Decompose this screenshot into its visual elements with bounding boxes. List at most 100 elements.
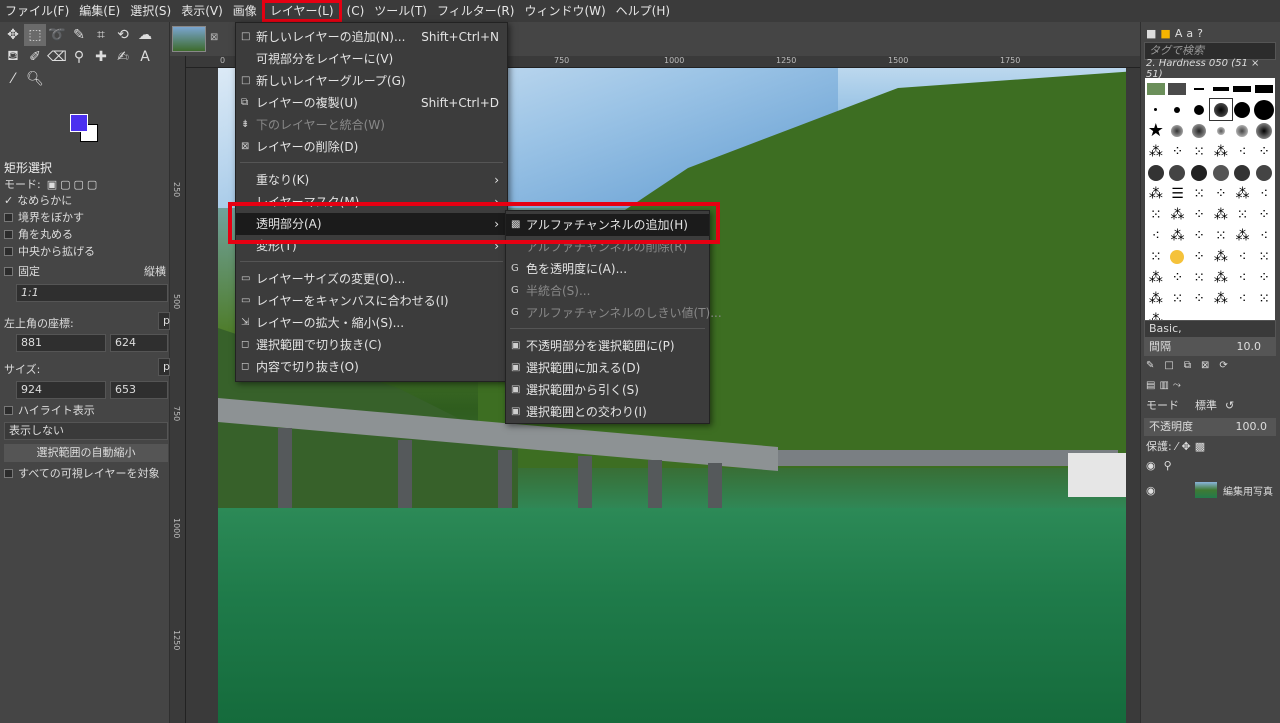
brush-thumb[interactable]: ⁖	[1232, 267, 1254, 288]
warp-tool-icon[interactable]: ☁	[134, 24, 156, 46]
text-tool-icon[interactable]: A	[134, 46, 156, 68]
brush-thumb[interactable]: ⁙	[1210, 225, 1232, 246]
menu-tools[interactable]: ツール(T)	[369, 0, 432, 22]
brush-thumb[interactable]: ⁙	[1188, 141, 1210, 162]
layer-thumbnail[interactable]	[1195, 482, 1217, 498]
lasso-tool-icon[interactable]: ➰	[46, 24, 68, 46]
brush-tab-icon[interactable]: ■	[1146, 27, 1160, 40]
transparency-menu-item-8[interactable]: ▣ 選択範囲との交わり(I)	[506, 401, 709, 423]
brush-thumb[interactable]: ⁖	[1145, 225, 1167, 246]
brush-thumb[interactable]: ⁙	[1253, 288, 1275, 309]
brush-thumb[interactable]	[1253, 162, 1275, 183]
delete-brush-icon[interactable]: ⊠	[1201, 360, 1219, 371]
menu-view[interactable]: 表示(V)	[176, 0, 228, 22]
brush-thumb[interactable]	[1210, 162, 1232, 183]
foreground-color[interactable]	[70, 114, 88, 132]
brush-thumb[interactable]	[1232, 162, 1254, 183]
brush-thumb[interactable]: ⁘	[1188, 246, 1210, 267]
checkbox[interactable]	[4, 229, 13, 239]
paths-tab-icon[interactable]: ⤳	[1173, 380, 1185, 391]
brush-thumb[interactable]	[1188, 99, 1210, 120]
brush-thumb[interactable]: ⁖	[1253, 225, 1275, 246]
brush-thumb[interactable]	[1253, 99, 1275, 120]
move-tool-icon[interactable]: ✥	[2, 24, 24, 46]
brush-thumb[interactable]: ⁂	[1210, 288, 1232, 309]
menu-select[interactable]: 選択(S)	[125, 0, 176, 22]
eraser-tool-icon[interactable]: ⌫	[46, 46, 68, 68]
brush-thumb[interactable]: ⁂	[1145, 141, 1167, 162]
menu-file[interactable]: ファイル(F)	[0, 0, 74, 22]
brush-thumb[interactable]: ⁘	[1188, 288, 1210, 309]
mode-buttons-icon[interactable]: ▣▢▢▢	[47, 178, 101, 191]
close-tab-icon[interactable]: ⊠	[210, 32, 218, 43]
brush-thumb[interactable]	[1167, 120, 1189, 141]
size-h-field[interactable]: 653	[110, 381, 168, 399]
brush-thumb[interactable]: ⁖	[1232, 246, 1254, 267]
menu-colors[interactable]: (C)	[342, 0, 370, 22]
brush-thumb[interactable]: ⁂	[1145, 267, 1167, 288]
opacity-slider[interactable]: 不透明度 100.0	[1144, 418, 1276, 436]
brush-thumb[interactable]: ⁙	[1145, 246, 1167, 267]
feather-option[interactable]: 境界をぼかす	[0, 208, 170, 226]
layer-menu-item-13[interactable]: ◻ 選択範囲で切り抜き(C)	[236, 334, 507, 356]
expand-center-option[interactable]: 中央から拡げる	[0, 242, 170, 260]
font-tab-icon[interactable]: Aa	[1175, 27, 1197, 40]
layer-menu-item-8[interactable]: 透明部分(A) ›	[236, 213, 507, 235]
brush-thumb[interactable]: ⁂	[1210, 246, 1232, 267]
fixed-option[interactable]: 固定 縦横	[0, 261, 170, 281]
brush-thumb[interactable]: ⁘	[1210, 183, 1232, 204]
brush-grid[interactable]: ★ ⁂ ⁘ ⁙ ⁂ ⁖ ⁘ ⁂ ☰ ⁙ ⁘ ⁂ ⁖ ⁙ ⁂ ⁘ ⁂ ⁙ ⁘ ⁖ …	[1145, 78, 1275, 334]
rect-select-tool-icon[interactable]: ⬚	[24, 24, 46, 46]
brush-thumb[interactable]: ⁂	[1232, 225, 1254, 246]
brush-thumb[interactable]	[1145, 78, 1167, 99]
brush-thumb[interactable]: ⁖	[1232, 141, 1254, 162]
brush-thumb[interactable]: ⁘	[1167, 267, 1189, 288]
layer-menu-item-5[interactable]: ⊠ レイヤーの削除(D)	[236, 136, 507, 158]
brush-thumb[interactable]	[1253, 120, 1275, 141]
crop-tool-icon[interactable]: ⌗	[90, 24, 112, 46]
checkbox[interactable]	[4, 468, 13, 478]
transparency-menu-item-7[interactable]: ▣ 選択範囲から引く(S)	[506, 379, 709, 401]
clone-tool-icon[interactable]: ⚲	[68, 46, 90, 68]
transparency-menu-item-0[interactable]: ▩ アルファチャンネルの追加(H)	[506, 214, 709, 236]
bucket-fill-tool-icon[interactable]: ⛾	[2, 46, 24, 68]
antialias-option[interactable]: ✓ なめらかに	[0, 191, 170, 209]
size-unit-select[interactable]: p	[158, 358, 170, 376]
brush-thumb[interactable]: ⁙	[1253, 246, 1275, 267]
duplicate-brush-icon[interactable]: ⧉	[1184, 360, 1201, 371]
checkbox[interactable]	[4, 405, 13, 415]
color-picker-tool-icon[interactable]: ⁄	[2, 68, 24, 90]
brush-thumb[interactable]	[1232, 120, 1254, 141]
brush-thumb[interactable]: ☰	[1167, 183, 1189, 204]
heal-tool-icon[interactable]: ✚	[90, 46, 112, 68]
paintbrush-tool-icon[interactable]: ✐	[24, 46, 46, 68]
reset-mode-icon[interactable]: ↺	[1225, 399, 1234, 412]
checkbox[interactable]	[4, 246, 13, 256]
brush-thumb[interactable]: ⁂	[1145, 183, 1167, 204]
visibility-eye-icon[interactable]: ◉	[1146, 484, 1156, 497]
brush-thumb[interactable]	[1210, 120, 1232, 141]
checkbox[interactable]	[4, 212, 13, 222]
brush-thumb[interactable]	[1145, 162, 1167, 183]
transparency-menu-item-2[interactable]: G 色を透明度に(A)...	[506, 258, 709, 280]
menu-edit[interactable]: 編集(E)	[74, 0, 125, 22]
brush-thumb[interactable]	[1210, 78, 1232, 99]
brush-thumb[interactable]: ⁘	[1188, 204, 1210, 225]
help-tab-icon[interactable]: ?	[1197, 27, 1207, 40]
refresh-brush-icon[interactable]: ⟳	[1219, 360, 1237, 371]
fg-bg-color-swatch[interactable]	[70, 114, 100, 144]
layer-name[interactable]: 編集用写真	[1223, 483, 1273, 498]
image-tab-thumbnail[interactable]	[172, 26, 206, 52]
pos-x-field[interactable]: 881	[16, 334, 106, 352]
layer-menu-item-2[interactable]: □ 新しいレイヤーグループ(G)	[236, 70, 507, 92]
brush-thumb[interactable]: ⁂	[1210, 141, 1232, 162]
layer-menu-item-3[interactable]: ⧉ レイヤーの複製(U) Shift+Ctrl+D	[236, 92, 507, 114]
spacing-slider[interactable]: 間隔 10.0	[1144, 338, 1276, 356]
brush-thumb[interactable]: ⁙	[1188, 183, 1210, 204]
brush-thumb[interactable]	[1253, 78, 1275, 99]
brush-thumb[interactable]: ⁂	[1210, 204, 1232, 225]
brush-thumb-selected[interactable]	[1208, 98, 1233, 121]
ratio-field[interactable]: 1:1	[16, 284, 168, 302]
new-brush-icon[interactable]: □	[1164, 360, 1183, 371]
pos-y-field[interactable]: 624	[110, 334, 168, 352]
